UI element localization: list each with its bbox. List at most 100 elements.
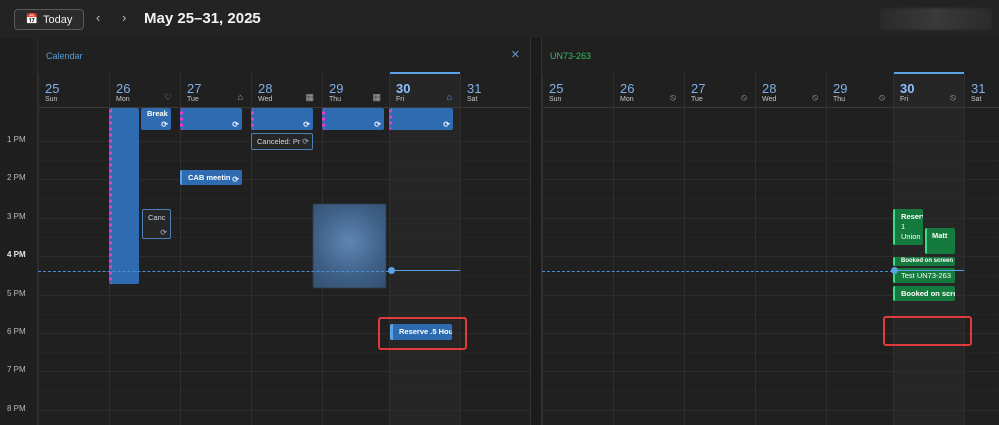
chevron-left-icon[interactable]: ‹ [96, 10, 100, 25]
calendar-event[interactable]: ⟳ [251, 108, 313, 130]
day-name: Sun [549, 96, 562, 103]
location-off-icon: ⦸ [879, 92, 885, 102]
day-column[interactable]: 28 Wed ⦸ [755, 74, 826, 425]
chevron-right-icon[interactable]: › [122, 10, 126, 25]
day-header[interactable]: 25 Sun [39, 74, 109, 108]
day-number: 30 [900, 81, 915, 96]
day-header[interactable]: 30 Fri ⌂ [390, 72, 460, 108]
event-title: Reserv [901, 212, 923, 221]
calendar-event[interactable]: ⟳ [322, 108, 384, 130]
room-event[interactable]: Booked on screen [893, 257, 955, 266]
day-number: 26 [116, 81, 131, 96]
day-column[interactable]: 29 Thu ⦸ [826, 74, 893, 425]
highlight-box [883, 316, 972, 346]
day-header[interactable]: 28 Wed ⦸ [756, 74, 826, 108]
day-number: 25 [45, 81, 60, 96]
day-number: 28 [258, 81, 273, 96]
recurring-icon: ⟳ [232, 120, 239, 129]
day-header[interactable]: 29 Thu ▦ [323, 74, 389, 108]
canceled-event[interactable]: Canceled: Pr ⟳ [251, 133, 313, 150]
room-event[interactable]: Matt [925, 228, 955, 254]
today-button[interactable]: 📅 Today [14, 9, 84, 30]
day-name: Mon [620, 96, 634, 103]
toolbar: 📅 Today ‹ › May 25–31, 2025 ⌄ [0, 0, 999, 39]
half-hour-line [38, 352, 530, 353]
half-hour-line [542, 314, 999, 315]
day-number: 31 [971, 81, 986, 96]
date-range-title[interactable]: May 25–31, 2025 [144, 10, 261, 27]
event-title: Canceled: Pr [257, 137, 301, 146]
day-column[interactable]: 25 Sun [38, 74, 109, 425]
day-column[interactable]: 31 Sat [460, 74, 530, 425]
hour-line [542, 141, 999, 142]
day-column[interactable]: 27 Tue ⦸ [684, 74, 755, 425]
day-name: Fri [396, 96, 405, 103]
calendar-event[interactable]: Break ⟳ [141, 108, 171, 130]
panel-title: Calendar [46, 51, 83, 61]
day-name: Thu [833, 96, 846, 103]
building-icon: ▦ [305, 92, 314, 102]
day-header[interactable]: 30 Fri ⦸ [894, 72, 964, 108]
recurring-icon: ⟳ [232, 175, 239, 184]
hour-line [38, 410, 530, 411]
day-number: 25 [549, 81, 564, 96]
day-number: 29 [833, 81, 848, 96]
day-header[interactable]: 26 Mon ♡ [110, 74, 180, 108]
room-event[interactable]: Booked on scre [893, 286, 955, 301]
half-hour-line [38, 390, 530, 391]
building-icon: ▦ [372, 92, 381, 102]
canceled-event[interactable]: Canc ⟳ [142, 209, 171, 239]
close-icon[interactable]: ✕ [511, 48, 520, 61]
half-hour-line [542, 198, 999, 199]
event-title: Canc [148, 213, 166, 222]
event-title: CAB meetin [188, 173, 231, 182]
day-header[interactable]: 26 Mon ⦸ [614, 74, 684, 108]
day-header[interactable]: 29 Thu ⦸ [827, 74, 893, 108]
day-header[interactable]: 28 Wed ▦ [252, 74, 322, 108]
time-label: 4 PM [7, 250, 26, 259]
time-gutter: 1 PM 2 PM 3 PM 4 PM 5 PM 6 PM 7 PM 8 PM [0, 38, 38, 425]
home-icon: ⌂ [237, 92, 243, 102]
recurring-icon: ⟳ [443, 120, 450, 129]
time-label: 7 PM [7, 365, 26, 374]
event-title: Matt [932, 231, 948, 240]
time-label: 5 PM [7, 289, 26, 298]
day-number: 27 [691, 81, 706, 96]
half-hour-line [38, 314, 530, 315]
current-time-line [898, 270, 964, 271]
calendar-event[interactable]: ⟳ [180, 108, 242, 130]
day-header[interactable]: 31 Sat [461, 74, 530, 108]
day-name: Sat [971, 96, 982, 103]
day-number: 28 [762, 81, 777, 96]
day-header[interactable]: 25 Sun [543, 74, 613, 108]
time-label: 3 PM [7, 212, 26, 221]
panel-header: UN73-263 [542, 38, 999, 74]
day-number: 27 [187, 81, 202, 96]
time-label: 6 PM [7, 327, 26, 336]
day-name: Tue [691, 96, 703, 103]
hour-line [38, 371, 530, 372]
day-column[interactable]: 25 Sun [542, 74, 613, 425]
day-header[interactable]: 27 Tue ⦸ [685, 74, 755, 108]
day-column[interactable]: 26 Mon ⦸ [613, 74, 684, 425]
calendar-event[interactable]: ⟳ [389, 108, 453, 130]
calendar-today-icon: 📅 [25, 14, 39, 25]
today-indicator [894, 72, 964, 74]
day-header[interactable]: 27 Tue ⌂ [181, 74, 251, 108]
event-title: Test UN73-263 [901, 271, 952, 280]
today-label: Today [43, 13, 73, 26]
day-number: 30 [396, 81, 411, 96]
room-event[interactable]: Reserv 1 Union [893, 209, 923, 245]
day-name: Thu [329, 96, 342, 103]
hour-line [542, 410, 999, 411]
highlight-box [378, 317, 467, 350]
time-label: 2 PM [7, 173, 26, 182]
panel-divider [530, 38, 542, 425]
day-header[interactable]: 31 Sat [965, 74, 999, 108]
calendar-event[interactable]: CAB meetin ⟳ [180, 170, 242, 185]
blurred-event[interactable] [313, 204, 386, 288]
recurring-icon: ⟳ [374, 120, 381, 129]
day-column[interactable]: 31 Sat [964, 74, 999, 425]
chevron-down-icon[interactable]: ⌄ [247, 11, 257, 25]
calendar-event[interactable] [109, 108, 139, 284]
